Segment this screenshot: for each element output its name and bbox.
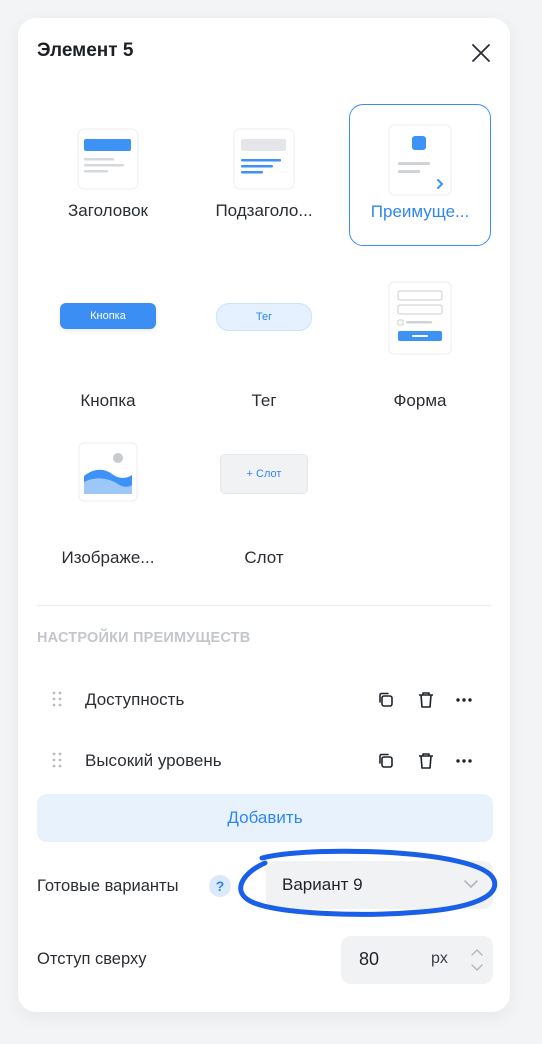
slot-thumb-text: + Слот xyxy=(220,454,308,494)
drag-handle-icon[interactable] xyxy=(52,751,62,769)
button-block-icon: Кнопка xyxy=(60,303,156,329)
element-tile-image[interactable]: Изображе... xyxy=(37,420,179,567)
element-tile-label: Заголовок xyxy=(68,201,148,220)
drag-handle-icon[interactable] xyxy=(52,690,62,708)
top-offset-unit: px xyxy=(431,950,448,967)
element-tile-heading[interactable]: Заголовок xyxy=(37,104,179,246)
image-block-icon xyxy=(78,442,138,502)
element-tile-label: Изображе... xyxy=(61,548,155,567)
presets-select-value: Вариант 9 xyxy=(282,875,363,894)
top-offset-label: Отступ сверху xyxy=(37,950,147,968)
element-tile-label: Слот xyxy=(244,548,284,567)
element-tile-label: Преимуще... xyxy=(370,202,470,221)
element-tile-label: Тег xyxy=(251,391,277,410)
element-tile-button[interactable]: Кнопка Кнопка xyxy=(37,263,179,410)
advantages-block-icon xyxy=(388,124,452,196)
element-tile-label: Подзаголо... xyxy=(215,201,313,220)
copy-icon[interactable] xyxy=(375,750,397,772)
element-tile-label: Кнопка xyxy=(80,391,136,410)
presets-select[interactable]: Вариант 9 xyxy=(266,861,493,909)
advantage-item[interactable]: Доступность xyxy=(37,678,493,722)
top-offset-field[interactable]: px xyxy=(341,936,493,984)
element-tile-label: Форма xyxy=(393,391,447,410)
trash-icon[interactable] xyxy=(415,689,437,711)
panel-title: Элемент 5 xyxy=(37,40,134,61)
advantage-item[interactable]: Высокий уровень xyxy=(37,739,493,783)
element-tile-slot[interactable]: + Слот Слот xyxy=(193,420,335,567)
element-settings-panel: Элемент 5 Заголовок Подзаголо... Преимущ… xyxy=(18,18,510,1012)
advantage-item-label: Высокий уровень xyxy=(85,751,222,770)
section-divider xyxy=(37,605,491,606)
button-thumb-text: Кнопка xyxy=(60,303,156,329)
advantage-item-label: Доступность xyxy=(85,690,185,709)
stepper-arrows-icon[interactable] xyxy=(469,944,485,976)
close-icon xyxy=(472,44,490,62)
close-button[interactable] xyxy=(468,40,494,66)
tag-thumb-text: Тег xyxy=(216,303,312,331)
advantages-settings-title: НАСТРОЙКИ ПРЕИМУЩЕСТВ xyxy=(37,630,251,646)
presets-label: Готовые варианты xyxy=(37,877,179,895)
element-tile-form[interactable]: Форма xyxy=(349,263,491,410)
add-advantage-button[interactable]: Добавить xyxy=(37,794,493,842)
slot-block-icon: + Слот xyxy=(220,454,308,494)
element-tile-subheading[interactable]: Подзаголо... xyxy=(193,104,335,246)
help-icon[interactable]: ? xyxy=(209,875,231,897)
heading-block-icon xyxy=(77,128,139,190)
subheading-block-icon xyxy=(233,128,295,190)
tag-block-icon: Тег xyxy=(216,303,312,331)
copy-icon[interactable] xyxy=(375,689,397,711)
top-offset-input[interactable] xyxy=(357,948,411,971)
element-tile-tag[interactable]: Тег Тег xyxy=(193,263,335,410)
form-block-icon xyxy=(388,281,452,355)
chevron-down-icon xyxy=(464,880,478,888)
more-icon[interactable] xyxy=(453,750,475,772)
trash-icon[interactable] xyxy=(415,750,437,772)
element-tile-advantages[interactable]: Преимуще... xyxy=(349,104,491,246)
more-icon[interactable] xyxy=(453,689,475,711)
